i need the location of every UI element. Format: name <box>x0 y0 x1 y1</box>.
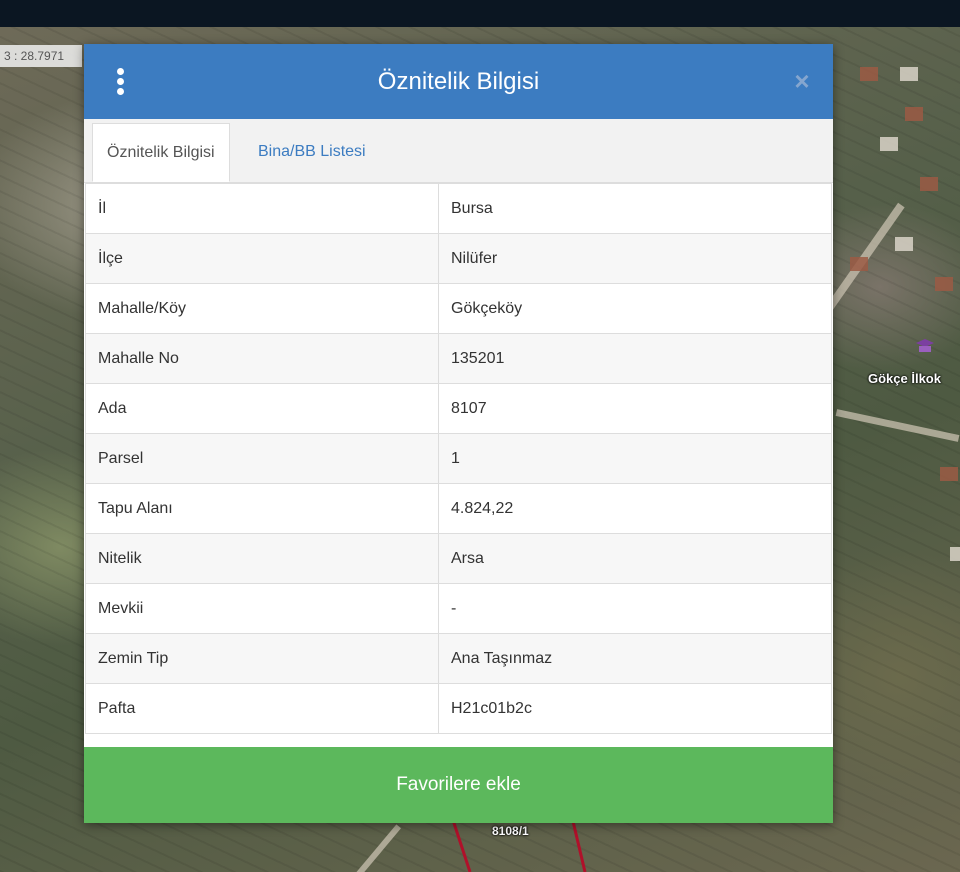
attribute-value: H21c01b2c <box>438 683 832 734</box>
school-icon <box>916 339 934 352</box>
table-row: Mevkii - <box>85 583 832 634</box>
attribute-key: Pafta <box>85 683 439 734</box>
table-row: Nitelik Arsa <box>85 533 832 584</box>
attribute-key: Zemin Tip <box>85 633 439 684</box>
attribute-value: - <box>438 583 832 634</box>
attribute-value: 4.824,22 <box>438 483 832 534</box>
attribute-value: Ana Taşınmaz <box>438 633 832 684</box>
table-row: Zemin Tip Ana Taşınmaz <box>85 633 832 684</box>
attribute-key: Nitelik <box>85 533 439 584</box>
dialog-header: Öznitelik Bilgisi × <box>84 44 833 119</box>
table-row: İl Bursa <box>85 183 832 234</box>
table-row: İlçe Nilüfer <box>85 233 832 284</box>
attribute-key: Parsel <box>85 433 439 484</box>
tab-building-list[interactable]: Bina/BB Listesi <box>244 123 380 181</box>
top-bar <box>0 0 960 27</box>
table-row: Parsel 1 <box>85 433 832 484</box>
attribute-table: İl Bursa İlçe Nilüfer Mahalle/Köy Gökçeköy Mah… <box>85 183 832 734</box>
attribute-value: Arsa <box>438 533 832 584</box>
attribute-value: Nilüfer <box>438 233 832 284</box>
attribute-key: İlçe <box>85 233 439 284</box>
attribute-info-dialog: Öznitelik Bilgisi × Öznitelik Bilgisi Bi… <box>84 44 833 823</box>
attribute-value: Bursa <box>438 183 832 234</box>
parcel-number-label: 8108/1 <box>492 824 529 838</box>
attribute-value: 1 <box>438 433 832 484</box>
attribute-key: Mahalle No <box>85 333 439 384</box>
attribute-key: Mahalle/Köy <box>85 283 439 334</box>
attribute-key: İl <box>85 183 439 234</box>
table-row: Pafta H21c01b2c <box>85 683 832 734</box>
attribute-key: Tapu Alanı <box>85 483 439 534</box>
poi-label: Gökçe İlkok <box>868 371 941 386</box>
table-row: Ada 8107 <box>85 383 832 434</box>
attribute-value: 8107 <box>438 383 832 434</box>
table-row: Mahalle/Köy Gökçeköy <box>85 283 832 334</box>
attribute-value: Gökçeköy <box>438 283 832 334</box>
dialog-title: Öznitelik Bilgisi <box>377 68 540 95</box>
table-row: Mahalle No 135201 <box>85 333 832 384</box>
coordinate-readout: 3 : 28.7971 <box>0 45 82 67</box>
close-icon[interactable]: × <box>791 68 813 94</box>
add-to-favorites-button[interactable]: Favorilere ekle <box>84 747 833 823</box>
attribute-key: Ada <box>85 383 439 434</box>
attribute-value: 135201 <box>438 333 832 384</box>
attribute-key: Mevkii <box>85 583 439 634</box>
dialog-tabs: Öznitelik Bilgisi Bina/BB Listesi <box>84 119 833 183</box>
table-row: Tapu Alanı 4.824,22 <box>85 483 832 534</box>
tab-attribute-info[interactable]: Öznitelik Bilgisi <box>92 123 230 182</box>
